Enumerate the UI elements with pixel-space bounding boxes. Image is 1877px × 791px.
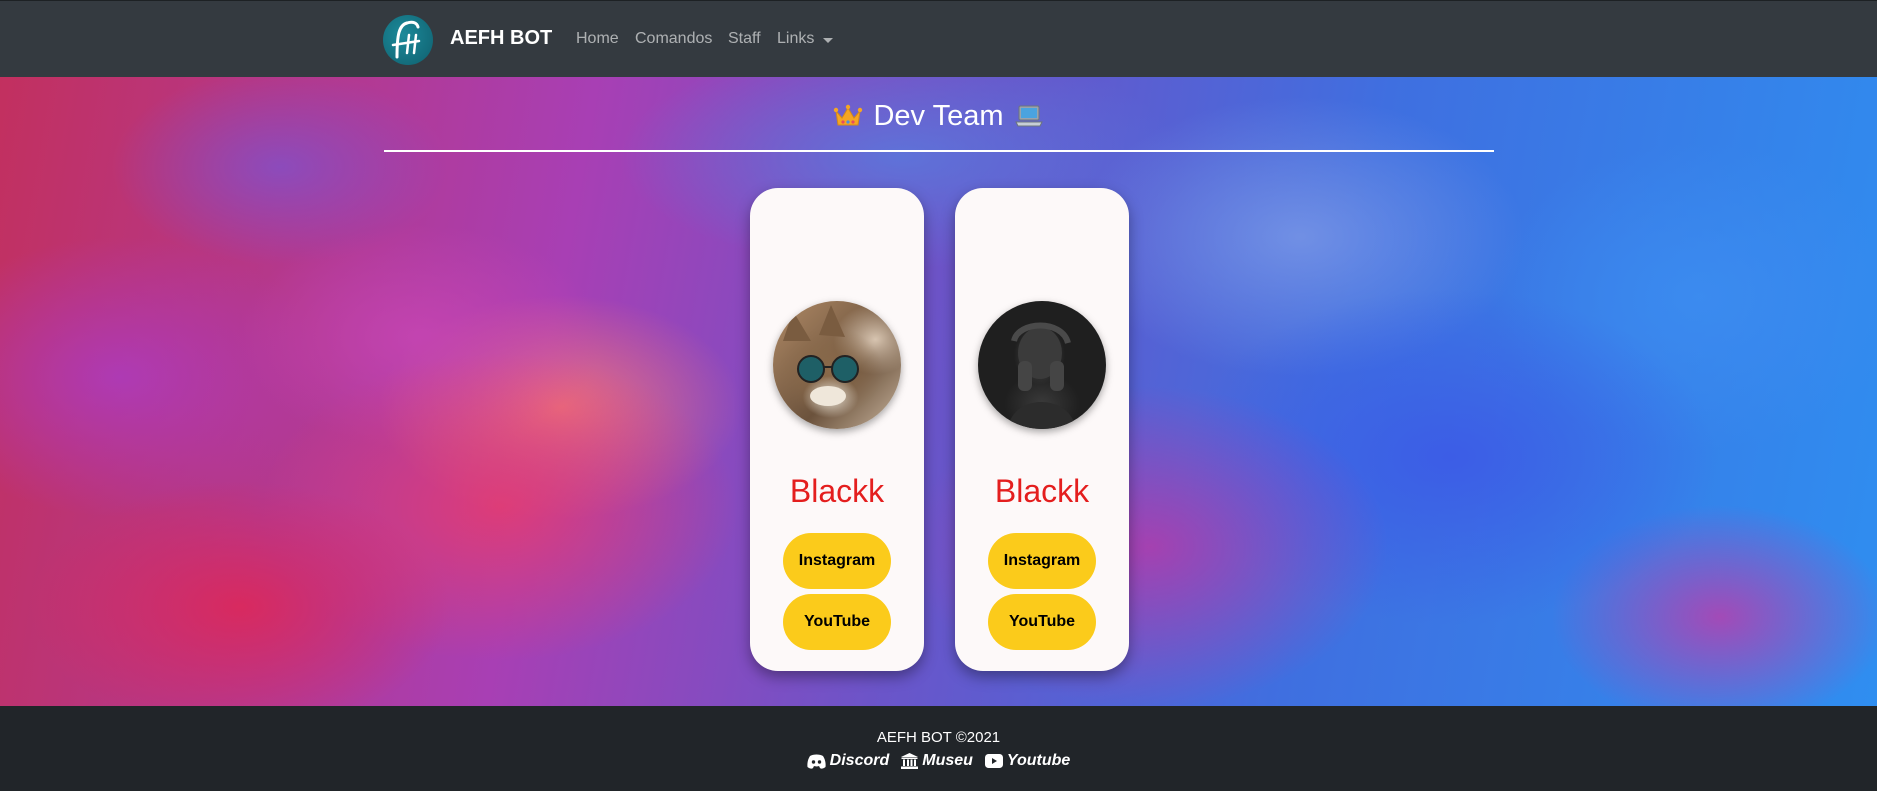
title-divider — [384, 150, 1494, 152]
footer: AEFH BOT ©2021 Discord Museu Youtube — [0, 706, 1877, 791]
page-title-text: Dev Team — [873, 99, 1004, 132]
footer-link-label: Museu — [922, 752, 973, 769]
navbar: AEFH BOT Home Comandos Staff Links — [0, 0, 1877, 77]
nav-staff[interactable]: Staff — [728, 30, 761, 48]
instagram-button[interactable]: Instagram — [988, 533, 1096, 589]
chevron-down-icon[interactable] — [823, 38, 833, 43]
footer-link-label: Youtube — [1006, 752, 1071, 769]
nav-home[interactable]: Home — [576, 30, 619, 48]
footer-links: Discord Museu Youtube — [0, 752, 1877, 770]
nav-links-dropdown[interactable]: Links — [777, 30, 814, 48]
footer-link-museu[interactable]: Museu — [901, 752, 973, 770]
crown-icon — [834, 105, 863, 126]
staff-card: Blackk Instagram YouTube — [955, 188, 1129, 671]
aefh-logo-icon[interactable] — [383, 15, 433, 65]
page-title: Dev Team — [0, 99, 1877, 133]
staff-name: Blackk — [994, 473, 1090, 509]
brand-name[interactable]: AEFH BOT — [450, 27, 552, 50]
youtube-button[interactable]: YouTube — [988, 594, 1096, 650]
footer-link-label: Discord — [829, 752, 890, 769]
staff-card: Blackk Instagram YouTube — [750, 188, 924, 671]
avatar — [773, 301, 901, 429]
youtube-button[interactable]: YouTube — [783, 594, 891, 650]
footer-link-youtube[interactable]: Youtube — [984, 752, 1071, 770]
youtube-icon — [984, 754, 1003, 768]
nav-comandos[interactable]: Comandos — [635, 30, 712, 48]
staff-name: Blackk — [789, 473, 885, 509]
museum-icon — [901, 753, 919, 769]
laptop-icon — [1014, 105, 1043, 127]
hero-section: Dev Team Blackk Instagram YouTube Blackk… — [0, 77, 1877, 706]
copyright-text: AEFH BOT ©2021 — [876, 729, 1001, 746]
footer-link-discord[interactable]: Discord — [807, 752, 890, 770]
avatar — [978, 301, 1106, 429]
instagram-button[interactable]: Instagram — [783, 533, 891, 589]
discord-icon — [807, 754, 826, 769]
